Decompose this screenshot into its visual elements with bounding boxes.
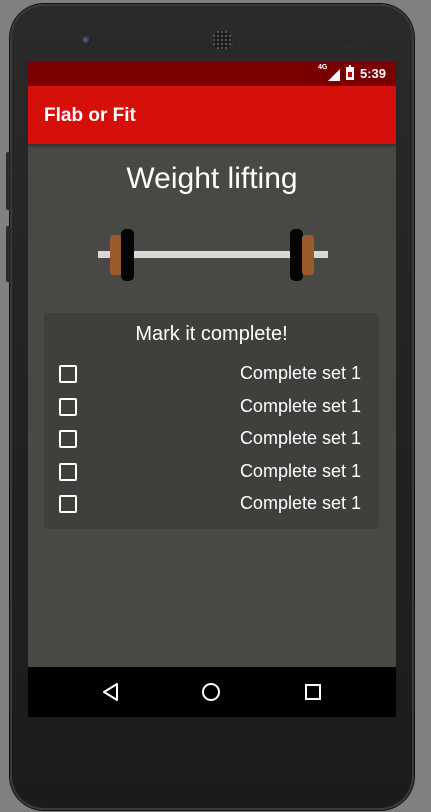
status-time: 5:39 — [359, 66, 386, 81]
checklist-item-label: Complete set 1 — [239, 493, 361, 513]
checkbox[interactable] — [59, 430, 77, 448]
checklist-item-label: Complete set 1 — [239, 428, 361, 448]
screen: 4G 5:39 Flab or Fit Weight lifting Mark … — [28, 62, 396, 717]
recents-icon[interactable] — [300, 679, 326, 705]
home-icon[interactable] — [198, 679, 224, 705]
checklist-item-label: Complete set 1 — [239, 461, 361, 481]
checklist-item-label: Complete set 1 — [239, 396, 361, 416]
checklist-card: Mark it complete! Complete set 1 Complet… — [44, 313, 379, 529]
checklist-item[interactable]: Complete set 1 — [44, 392, 379, 424]
page-title: Weight lifting — [126, 162, 298, 195]
signal-icon: 4G — [317, 63, 340, 81]
proximity-sensors — [346, 36, 368, 49]
front-camera-icon — [82, 36, 91, 45]
checklist-item[interactable]: Complete set 1 — [44, 489, 379, 521]
checklist-item-label: Complete set 1 — [239, 363, 361, 383]
battery-icon — [345, 65, 354, 80]
checklist-item[interactable]: Complete set 1 — [44, 424, 379, 456]
checkbox[interactable] — [59, 463, 77, 481]
checkbox[interactable] — [59, 495, 77, 513]
status-bar: 4G 5:39 — [28, 62, 396, 86]
volume-button[interactable] — [6, 226, 11, 282]
navigation-bar — [28, 667, 396, 717]
checklist-title: Mark it complete! — [135, 323, 288, 345]
earpiece-speaker-icon — [212, 30, 232, 50]
checklist-item[interactable]: Complete set 1 — [44, 457, 379, 489]
back-icon[interactable] — [98, 679, 124, 705]
barbell-icon — [98, 229, 328, 281]
app-title: Flab or Fit — [44, 105, 136, 126]
status-icons: 4G 5:39 — [317, 63, 386, 82]
checkbox[interactable] — [59, 398, 77, 416]
checkbox[interactable] — [59, 365, 77, 383]
checklist-item[interactable]: Complete set 1 — [44, 359, 379, 391]
network-type-label: 4G — [317, 63, 328, 71]
power-button[interactable] — [6, 152, 11, 210]
app-bar: Flab or Fit — [28, 86, 396, 144]
